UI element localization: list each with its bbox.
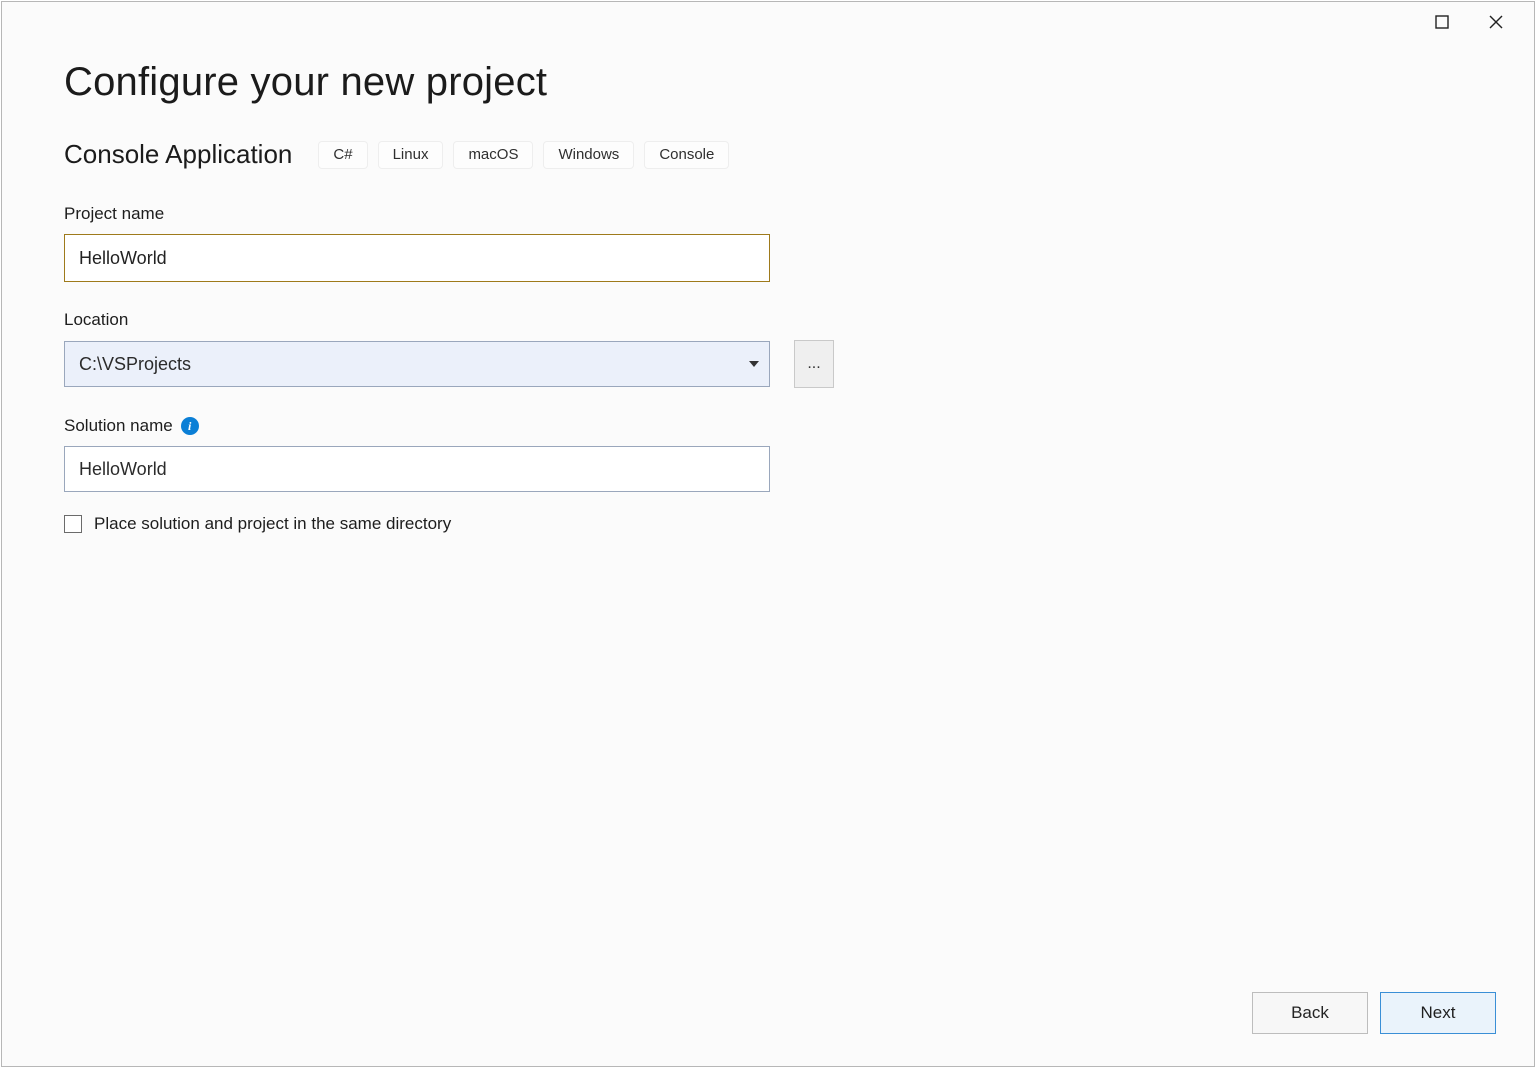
content-area: Configure your new project Console Appli… — [64, 60, 1472, 1066]
same-directory-label: Place solution and project in the same d… — [94, 514, 451, 534]
project-name-input[interactable] — [64, 234, 770, 282]
close-button[interactable] — [1486, 12, 1506, 32]
tag-language: C# — [318, 141, 367, 169]
tag-macos: macOS — [453, 141, 533, 169]
same-directory-checkbox[interactable] — [64, 515, 82, 533]
location-label: Location — [64, 310, 834, 330]
solution-name-label-text: Solution name — [64, 416, 173, 436]
same-directory-row: Place solution and project in the same d… — [64, 514, 834, 534]
form: Project name Location C:\VSProjects ... — [64, 204, 834, 534]
next-button[interactable]: Next — [1380, 992, 1496, 1034]
location-value: C:\VSProjects — [79, 354, 191, 375]
project-name-group: Project name — [64, 204, 834, 282]
page-title: Configure your new project — [64, 60, 1472, 105]
maximize-button[interactable] — [1432, 12, 1452, 32]
project-name-label: Project name — [64, 204, 834, 224]
solution-name-input[interactable] — [64, 446, 770, 492]
tag-linux: Linux — [378, 141, 444, 169]
solution-name-group: Solution name i — [64, 416, 834, 492]
location-combobox[interactable]: C:\VSProjects — [64, 341, 770, 387]
solution-name-label: Solution name i — [64, 416, 834, 436]
dialog-window: Configure your new project Console Appli… — [1, 1, 1535, 1067]
template-name: Console Application — [64, 139, 292, 170]
info-icon[interactable]: i — [181, 417, 199, 435]
back-button[interactable]: Back — [1252, 992, 1368, 1034]
tag-windows: Windows — [543, 141, 634, 169]
title-bar — [1432, 2, 1534, 42]
template-header: Console Application C# Linux macOS Windo… — [64, 139, 1472, 170]
template-tags: C# Linux macOS Windows Console — [318, 141, 729, 169]
footer-buttons: Back Next — [1252, 992, 1496, 1034]
tag-type: Console — [644, 141, 729, 169]
chevron-down-icon — [749, 361, 759, 367]
browse-location-button[interactable]: ... — [794, 340, 834, 388]
location-group: Location C:\VSProjects ... — [64, 310, 834, 388]
